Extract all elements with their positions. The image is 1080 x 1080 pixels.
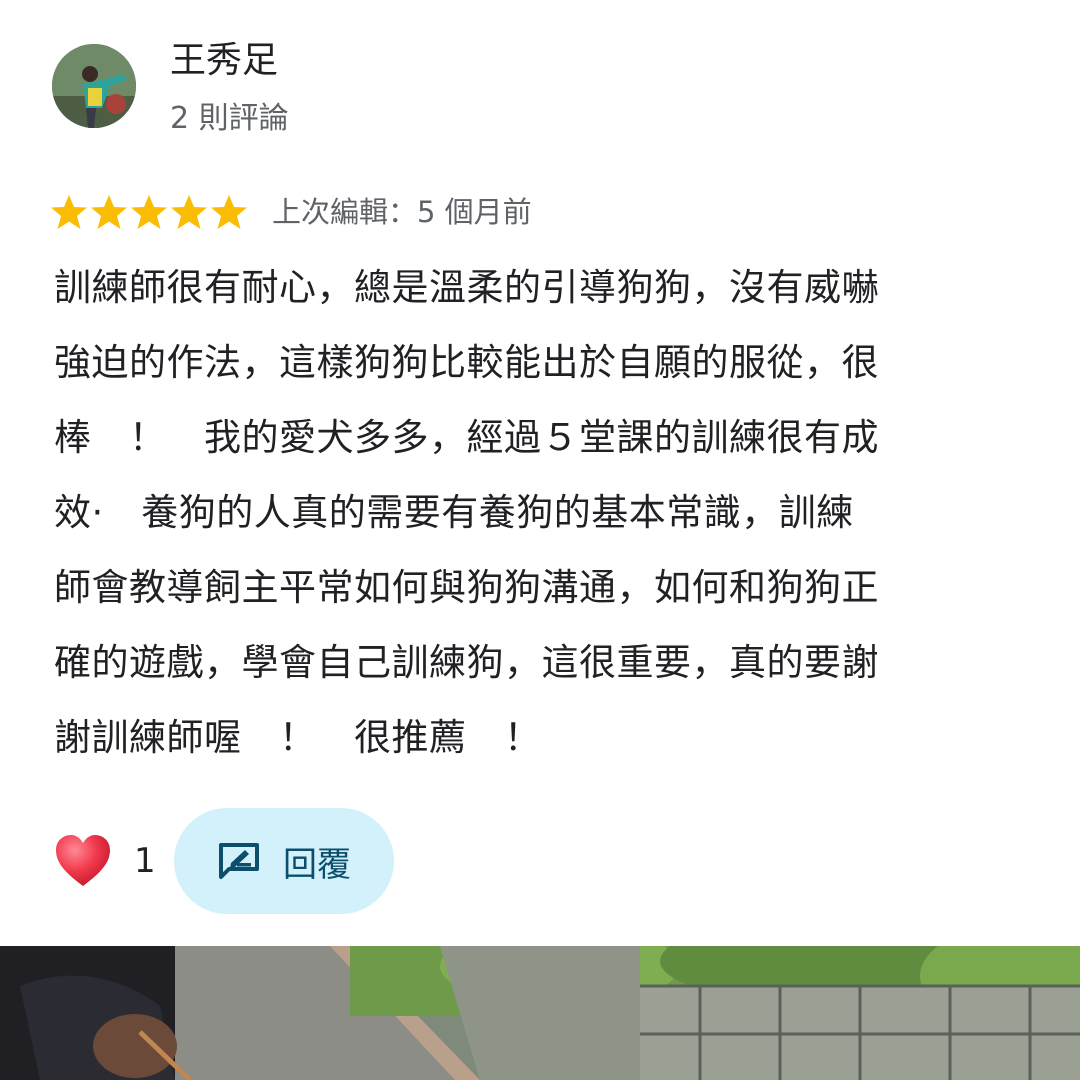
review-photo-image [0, 946, 1080, 1080]
star-icon [131, 195, 167, 229]
review-line: 棒 ！ 我的愛犬多多，經過５堂課的訓練很有成 [54, 416, 879, 459]
star-icon [171, 195, 207, 229]
star-icon [211, 195, 247, 229]
reply-label: 回覆 [283, 844, 351, 885]
star-icon [51, 195, 87, 229]
review-line: 師會教導飼主平常如何與狗狗溝通，如何和狗狗正 [54, 566, 879, 609]
review-line: 謝訓練師喔 ！ 很推薦 ！ [54, 716, 542, 759]
review-photo[interactable] [0, 946, 1080, 1080]
star-icon [91, 195, 127, 229]
review-line: 訓練師很有耐心，總是溫柔的引導狗狗，沒有威嚇 [54, 266, 879, 309]
heart-icon[interactable] [54, 834, 112, 888]
edited-timestamp: 上次編輯：5 個月前 [272, 195, 532, 229]
like-count: 1 [134, 841, 156, 881]
reviewer-name[interactable]: 王秀足 [170, 36, 278, 86]
review-line: 確的遊戲，學會自己訓練狗，這很重要，真的要謝 [54, 641, 879, 684]
reviewer-review-count: 2 則評論 [170, 101, 289, 136]
rating-row: 上次編輯：5 個月前 [50, 188, 532, 236]
review-card: 王秀足 2 則評論 上次編輯：5 個月前 訓練師很有耐心，總是溫柔的引導狗狗，沒… [0, 0, 1080, 1080]
reviewer-avatar[interactable] [52, 44, 136, 128]
review-line: 強迫的作法，這樣狗狗比較能出於自願的服從，很 [54, 341, 879, 384]
reply-button[interactable]: 回覆 [174, 808, 394, 914]
review-line: 效· 養狗的人真的需要有養狗的基本常識，訓練 [54, 491, 854, 534]
review-text: 訓練師很有耐心，總是溫柔的引導狗狗，沒有威嚇 強迫的作法，這樣狗狗比較能出於自願的… [54, 250, 1034, 775]
reply-icon [219, 843, 259, 879]
avatar-photo-icon [52, 44, 136, 128]
star-rating [50, 193, 248, 231]
like-group: 1 [54, 826, 156, 896]
